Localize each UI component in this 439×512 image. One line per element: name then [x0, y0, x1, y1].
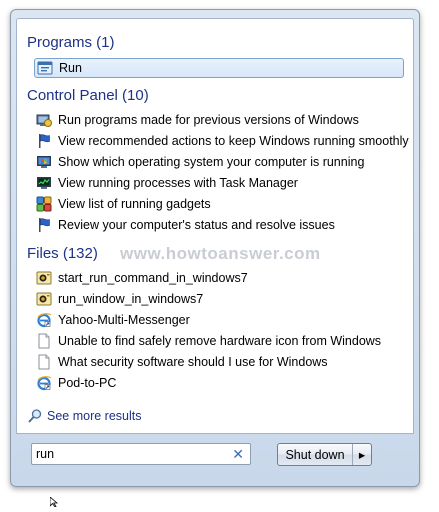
result-file-security-software[interactable]: What security software should I use for … — [36, 351, 328, 372]
result-label: start_run_command_in_windows7 — [58, 270, 248, 285]
result-label: Review your computer's status and resolv… — [58, 217, 335, 232]
result-file-run-window[interactable]: run_window_in_windows7 — [36, 288, 203, 309]
result-file-start-run[interactable]: start_run_command_in_windows7 — [36, 267, 248, 288]
result-run[interactable]: Run — [34, 58, 404, 78]
clear-search-icon[interactable]: ✕ — [232, 446, 244, 462]
files-header[interactable]: Files (132) — [27, 245, 98, 263]
search-box[interactable]: ✕ — [31, 443, 251, 465]
result-label: Run programs made for previous versions … — [58, 112, 359, 127]
control-panel-header[interactable]: Control Panel (10) — [27, 87, 149, 105]
action-center-flag-icon — [36, 133, 52, 149]
document-icon — [36, 354, 52, 370]
system-icon — [36, 154, 52, 170]
run-icon — [37, 60, 53, 76]
see-more-results-link[interactable]: See more results — [27, 408, 141, 424]
ie-shortcut-icon — [36, 312, 52, 328]
search-input[interactable] — [36, 446, 226, 462]
compatibility-icon — [36, 112, 52, 128]
shutdown-options-arrow-icon[interactable]: ▸ — [353, 444, 371, 465]
search-icon — [27, 408, 43, 424]
shutdown-button-group: Shut down ▸ — [277, 443, 372, 466]
result-recommended-actions[interactable]: View recommended actions to keep Windows… — [36, 130, 409, 151]
mouse-cursor-icon — [49, 494, 60, 512]
image-file-icon — [36, 291, 52, 307]
see-more-label: See more results — [47, 409, 142, 423]
result-label: Show which operating system your compute… — [58, 154, 365, 169]
shutdown-button[interactable]: Shut down — [278, 444, 353, 465]
result-computer-status[interactable]: Review your computer's status and resolv… — [36, 214, 335, 235]
result-label: What security software should I use for … — [58, 354, 328, 369]
result-file-pod-to-pc[interactable]: Pod-to-PC — [36, 372, 116, 393]
result-compatibility[interactable]: Run programs made for previous versions … — [36, 109, 359, 130]
document-icon — [36, 333, 52, 349]
result-label: Run — [59, 61, 82, 75]
result-label: Yahoo-Multi-Messenger — [58, 312, 190, 327]
programs-header[interactable]: Programs (1) — [27, 34, 115, 52]
watermark: www.howtoanswer.com — [120, 244, 321, 263]
result-label: View running processes with Task Manager — [58, 175, 298, 190]
result-file-safely-remove[interactable]: Unable to find safely remove hardware ic… — [36, 330, 381, 351]
result-label: Unable to find safely remove hardware ic… — [58, 333, 382, 348]
ie-shortcut-icon — [36, 375, 52, 391]
result-label: View recommended actions to keep Windows… — [58, 133, 409, 148]
result-gadgets[interactable]: View list of running gadgets — [36, 193, 211, 214]
result-task-manager[interactable]: View running processes with Task Manager — [36, 172, 298, 193]
action-center-flag-icon — [36, 217, 52, 233]
result-file-yahoo[interactable]: Yahoo-Multi-Messenger — [36, 309, 190, 330]
image-file-icon — [36, 270, 52, 286]
task-manager-icon — [36, 175, 52, 191]
result-os-info[interactable]: Show which operating system your compute… — [36, 151, 364, 172]
gadgets-icon — [36, 196, 52, 212]
result-label: View list of running gadgets — [58, 196, 211, 211]
result-label: run_window_in_windows7 — [58, 291, 204, 306]
result-label: Pod-to-PC — [58, 375, 117, 390]
